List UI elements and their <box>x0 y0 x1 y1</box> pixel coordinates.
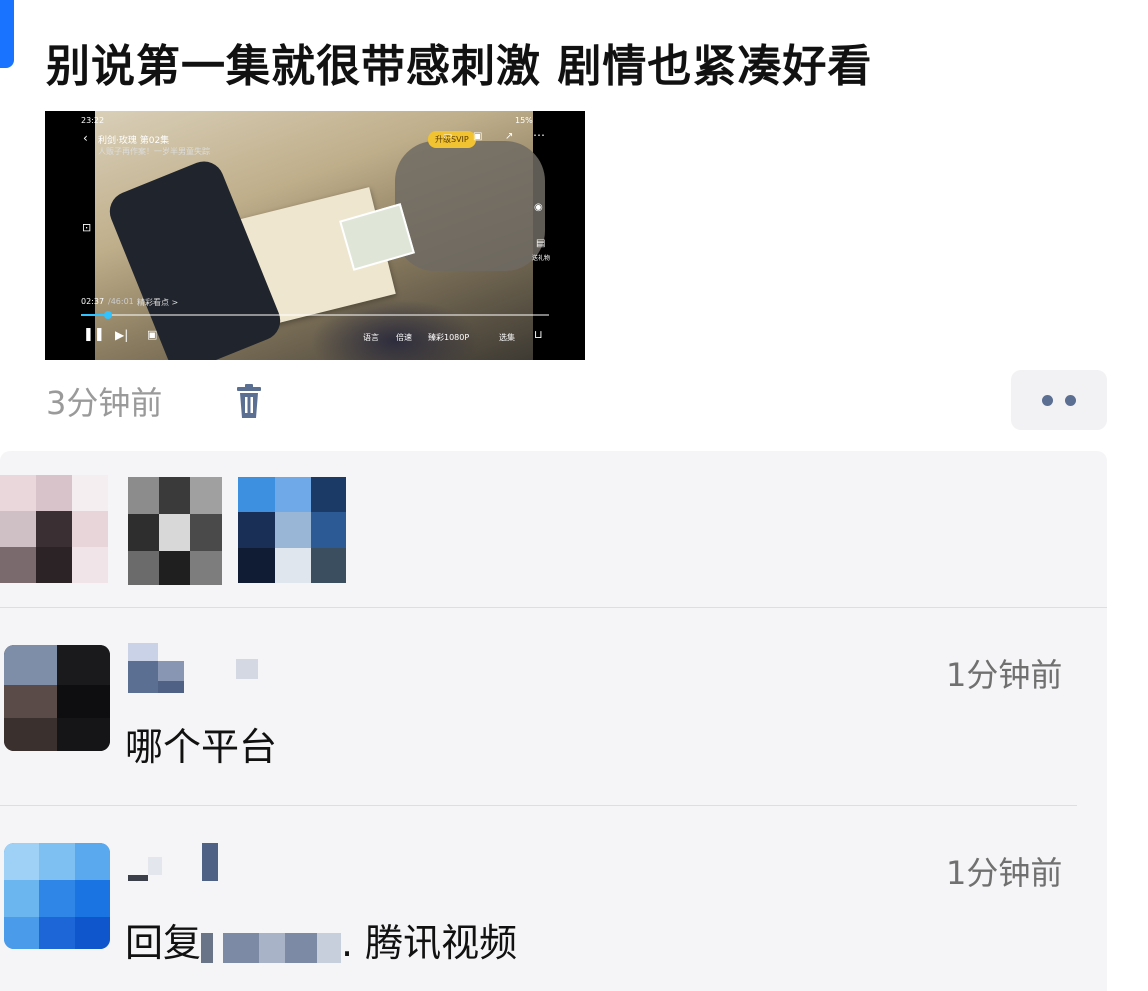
video-subtitle: 人贩子再作案！一岁半男童失踪 <box>98 147 210 156</box>
reply-text: . 腾讯视频 <box>341 921 518 965</box>
like-avatar-3[interactable] <box>238 477 346 585</box>
reply-prefix: 回复 <box>125 921 202 965</box>
video-battery: 15% <box>515 116 533 125</box>
lock-icon[interactable]: ⊡ <box>82 222 91 234</box>
video-quality-button[interactable]: 臻彩1080P <box>428 332 469 343</box>
reply-target-redacted <box>201 932 342 963</box>
comment-text: 哪个平台 <box>125 725 278 769</box>
post-title: 别说第一集就很带感刺激 剧情也紧凑好看 <box>46 41 873 92</box>
comment-avatar[interactable] <box>4 843 110 949</box>
post-meta-row: 3分钟前 <box>46 378 261 424</box>
cart-icon[interactable]: ⊔ <box>534 329 543 341</box>
video-speed-button[interactable]: 倍速 <box>396 332 412 343</box>
comment-avatar-image <box>4 843 110 949</box>
video-progress-bar[interactable] <box>81 311 549 319</box>
more-button[interactable] <box>1011 370 1107 430</box>
gift-label: 送礼物 <box>532 255 551 262</box>
post-time: 3分钟前 <box>46 384 163 422</box>
next-episode-icon[interactable]: ▶| <box>115 329 128 341</box>
share-icon[interactable]: ↗ <box>505 131 513 143</box>
like-avatar-2-image <box>128 477 222 585</box>
divider <box>0 805 1077 806</box>
more-dots-icon <box>1042 395 1053 406</box>
comment-text: 回复 . 腾讯视频 <box>125 912 517 967</box>
video-screenshot[interactable]: 23:22 15% ‹ 利剑·玫瑰 第02集 人贩子再作案！一岁半男童失踪 升级… <box>45 111 585 360</box>
like-avatar-1[interactable] <box>0 475 108 583</box>
back-icon[interactable]: ‹ <box>83 132 88 144</box>
like-avatar-1-image <box>0 475 108 583</box>
camera-icon[interactable]: ◉ <box>534 202 543 214</box>
video-duration: /46:01 <box>108 297 134 306</box>
video-language-button[interactable]: 语言 <box>363 332 379 343</box>
play-pause-icon[interactable]: ❚❚ <box>83 328 105 341</box>
comment-time: 1分钟前 <box>946 854 1063 892</box>
video-show-title: 利剑·玫瑰 第02集 <box>98 136 170 146</box>
trash-icon[interactable] <box>234 384 264 420</box>
like-avatar-3-image <box>238 477 346 583</box>
more-options-icon[interactable]: ⋯ <box>533 129 545 141</box>
video-progress-knob[interactable] <box>103 311 112 319</box>
like-avatar-2[interactable] <box>128 477 236 585</box>
gift-icon[interactable]: ▤ <box>536 238 545 250</box>
comment-avatar[interactable] <box>4 645 110 751</box>
divider <box>0 607 1107 608</box>
comment-time: 1分钟前 <box>946 656 1063 694</box>
comment-username[interactable] <box>128 643 258 693</box>
video-highlights[interactable]: 精彩看点 > <box>137 297 178 308</box>
video-elapsed: 02:37 <box>81 297 105 306</box>
edge-accent <box>0 0 14 68</box>
video-status-time: 23:22 <box>81 116 105 125</box>
danmaku-icon[interactable]: ▣ <box>147 329 157 341</box>
more-dot <box>1065 395 1076 406</box>
comment-username[interactable] <box>128 843 258 893</box>
comment-avatar-image <box>4 645 110 751</box>
picture-icon[interactable]: ▣ <box>473 131 482 143</box>
tv-cast-icon[interactable]: ▭ <box>443 131 452 143</box>
video-episodes-button[interactable]: 选集 <box>499 332 515 343</box>
